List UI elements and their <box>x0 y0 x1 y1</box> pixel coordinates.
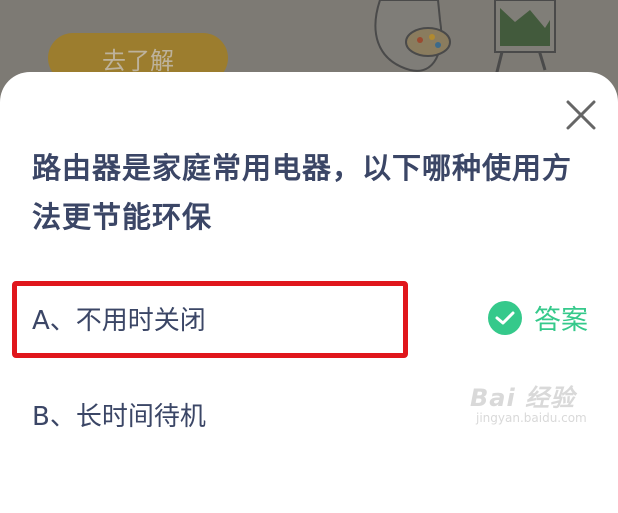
check-icon <box>488 300 522 335</box>
answer-tag: 答案 <box>488 298 588 337</box>
watermark-url: jingyan.baidu.com <box>476 411 587 425</box>
watermark-main: Bai 经验 <box>470 384 576 412</box>
baidu-jingyan-watermark: Bai 经验 jingyan.baidu.com <box>470 378 610 434</box>
option-b[interactable]: B、长时间待机 <box>32 396 206 433</box>
answer-label: 答案 <box>534 305 588 336</box>
question-text: 路由器是家庭常用电器，以下哪种使用方法更节能环保 <box>32 151 573 234</box>
answer-highlight-box <box>12 281 408 358</box>
close-icon[interactable] <box>564 98 598 132</box>
question-sheet: 路由器是家庭常用电器，以下哪种使用方法更节能环保 A、不用时关闭 答案 B、长时… <box>0 72 618 513</box>
